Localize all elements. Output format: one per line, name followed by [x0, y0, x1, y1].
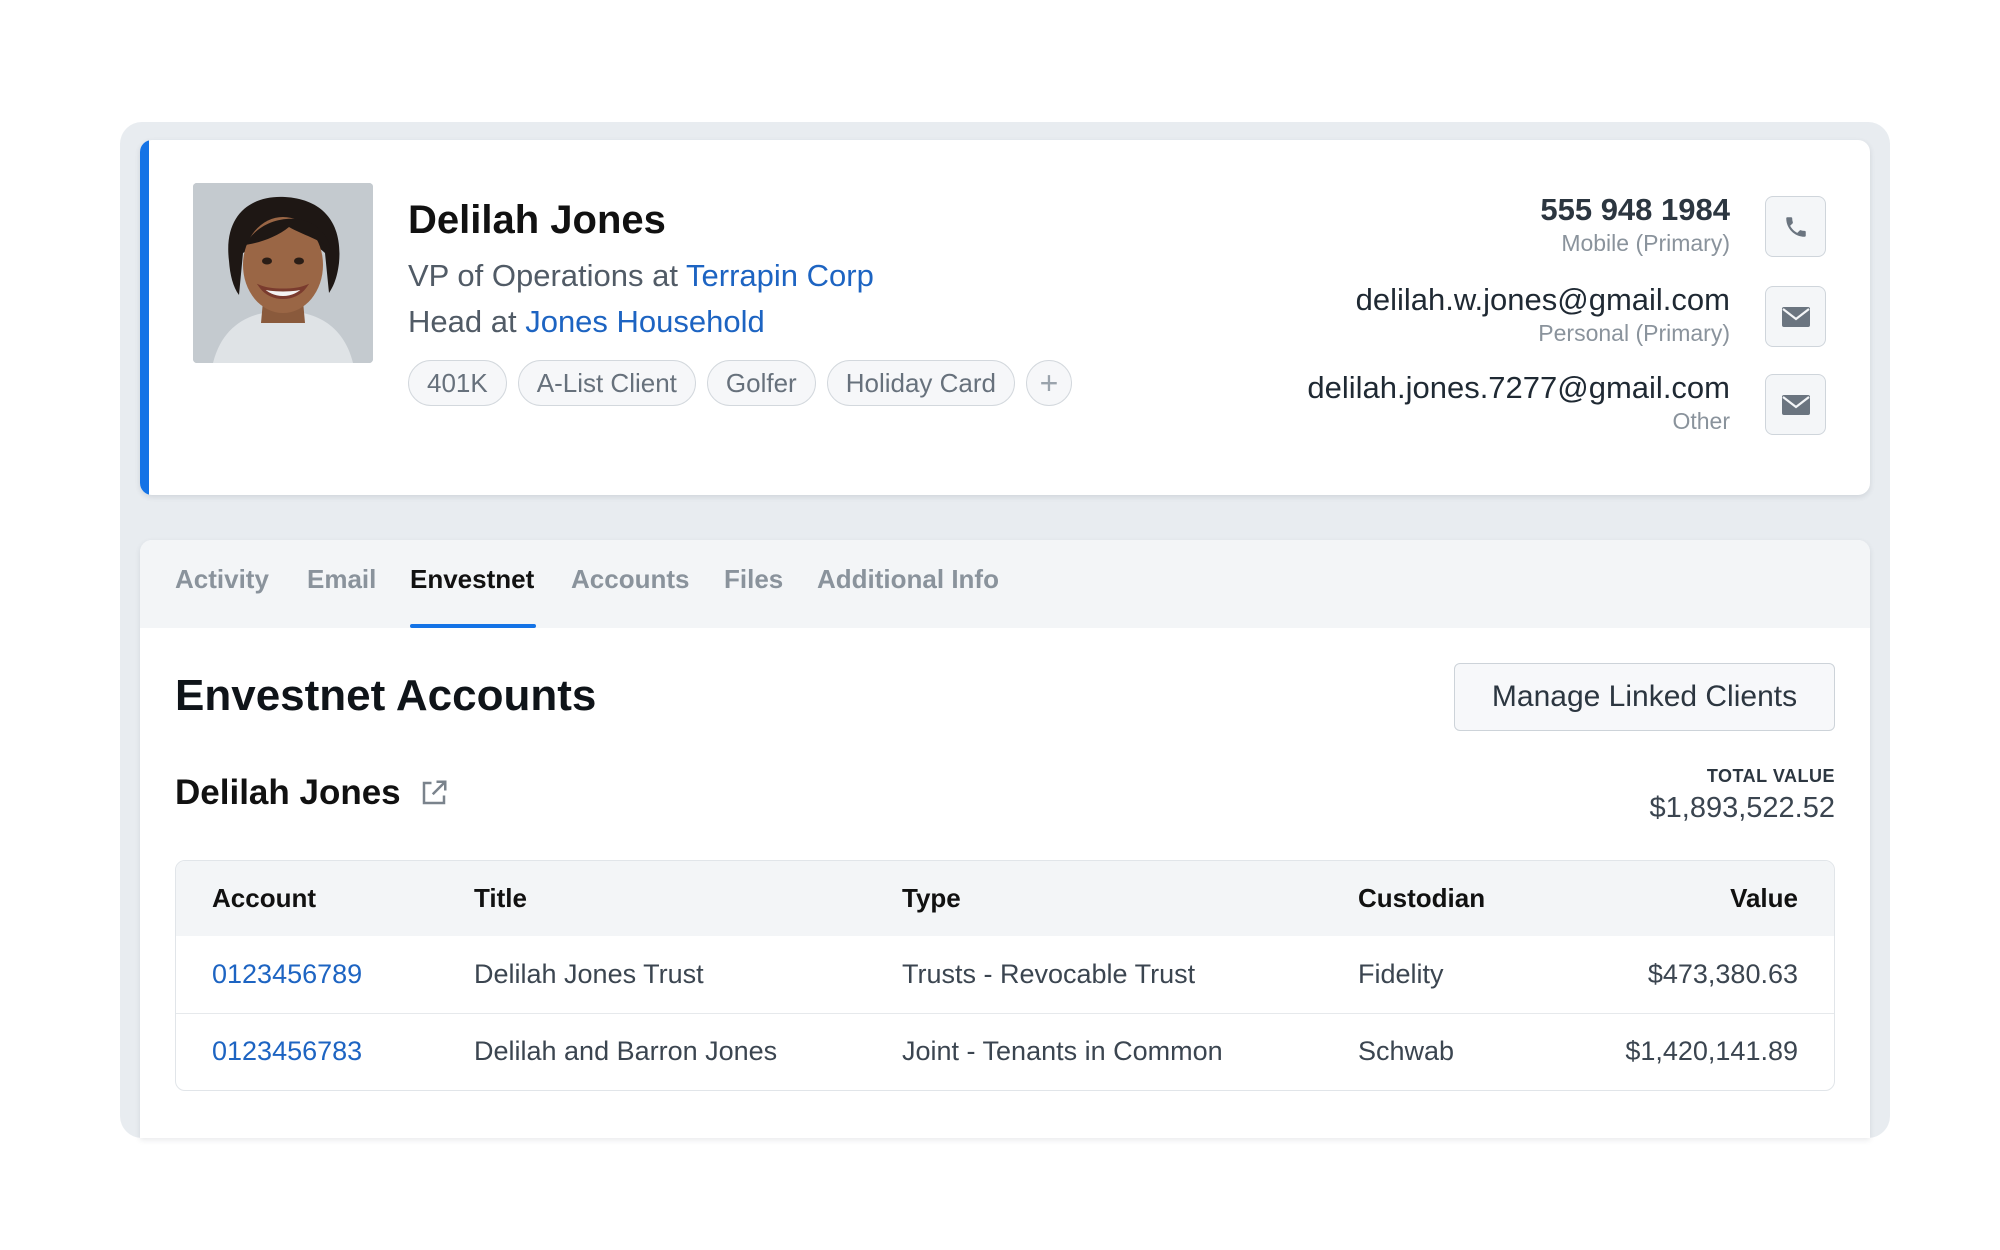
email-primary-entry: delilah.w.jones@gmail.com Personal (Prim…	[1356, 282, 1730, 347]
value-cell: $1,420,141.89	[1572, 1012, 1834, 1090]
tag[interactable]: Golfer	[706, 360, 816, 406]
section-title: Envestnet Accounts	[175, 671, 597, 720]
avatar[interactable]	[193, 183, 373, 363]
job-role: VP of Operations at Terrapin Corp	[408, 258, 874, 294]
table-row: 0123456789 Delilah Jones Trust Trusts - …	[176, 936, 1834, 1013]
tab-envestnet[interactable]: Envestnet	[410, 564, 534, 595]
value-cell: $473,380.63	[1647, 958, 1798, 989]
title-cell: Delilah Jones Trust	[474, 958, 704, 989]
total-value: $1,893,522.52	[1649, 792, 1835, 824]
email-other-label: Other	[1672, 408, 1730, 434]
title-cell: Delilah and Barron Jones	[438, 1012, 866, 1090]
tab-files[interactable]: Files	[724, 564, 783, 595]
contact-name: Delilah Jones	[408, 198, 666, 242]
external-link-icon[interactable]	[419, 778, 449, 808]
accounts-table: Account Title Type Custodian Value 01234…	[175, 860, 1835, 1091]
account-cell: 0123456789	[176, 936, 438, 1013]
account-cell: 0123456783	[176, 1012, 438, 1090]
email-other-entry: delilah.jones.7277@gmail.com Other	[1307, 370, 1730, 435]
custodian-cell: Schwab	[1322, 1012, 1572, 1090]
client-heading: Delilah Jones	[175, 773, 449, 813]
household-role: Head at Jones Household	[408, 304, 765, 340]
column-header-type[interactable]: Type	[866, 861, 1322, 936]
company-link[interactable]: Terrapin Corp	[686, 258, 874, 293]
account-link[interactable]: 0123456783	[212, 1036, 362, 1066]
table-row: 0123456783 Delilah and Barron Jones Join…	[176, 1012, 1834, 1090]
tab-email[interactable]: Email	[307, 564, 376, 595]
accent-bar	[140, 140, 149, 495]
tab-activity[interactable]: Activity	[175, 564, 269, 595]
column-header-account[interactable]: Account	[176, 861, 438, 936]
job-role-text: VP of Operations at	[408, 258, 687, 293]
tag-list: 401K A-List Client Golfer Holiday Card +	[408, 360, 1072, 406]
column-header-custodian[interactable]: Custodian	[1322, 861, 1572, 936]
table-header-row: Account Title Type Custodian Value	[176, 861, 1834, 936]
tag[interactable]: 401K	[408, 360, 507, 406]
avatar-photo	[193, 183, 373, 363]
mail-icon	[1781, 394, 1810, 415]
household-role-text: Head at	[408, 304, 526, 339]
phone-number[interactable]: 555 948 1984	[1540, 192, 1730, 228]
tab-bar: Activity Email Envestnet Accounts Files …	[140, 540, 1870, 628]
tab-accounts[interactable]: Accounts	[571, 564, 689, 595]
tag[interactable]: A-List Client	[517, 360, 696, 406]
phone-label: Mobile (Primary)	[1561, 230, 1730, 256]
mail-icon	[1781, 306, 1810, 327]
call-button[interactable]	[1765, 196, 1826, 257]
column-header-title[interactable]: Title	[438, 861, 866, 936]
custodian-cell: Fidelity	[1358, 958, 1444, 989]
total-value-label: TOTAL VALUE	[1706, 766, 1835, 786]
type-cell: Trusts - Revocable Trust	[902, 958, 1196, 989]
contact-card: Delilah Jones VP of Operations at Terrap…	[140, 140, 1870, 495]
account-link[interactable]: 0123456789	[212, 959, 362, 989]
type-cell: Joint - Tenants in Common	[866, 1012, 1322, 1090]
phone-entry: 555 948 1984 Mobile (Primary)	[1540, 192, 1730, 257]
email-primary[interactable]: delilah.w.jones@gmail.com	[1356, 282, 1730, 318]
household-link[interactable]: Jones Household	[525, 304, 765, 339]
add-tag-button[interactable]: +	[1026, 360, 1072, 406]
email-other-button[interactable]	[1765, 374, 1826, 435]
tab-additional-info[interactable]: Additional Info	[817, 564, 999, 595]
envestnet-panel: Activity Email Envestnet Accounts Files …	[140, 540, 1870, 1138]
tag[interactable]: Holiday Card	[826, 360, 1015, 406]
manage-linked-clients-button[interactable]: Manage Linked Clients	[1454, 663, 1835, 731]
phone-icon	[1785, 216, 1806, 237]
column-header-value[interactable]: Value	[1572, 861, 1834, 936]
email-primary-label: Personal (Primary)	[1538, 320, 1730, 346]
email-primary-button[interactable]	[1765, 286, 1826, 347]
client-name: Delilah Jones	[175, 773, 401, 812]
active-tab-indicator	[410, 624, 536, 628]
email-other[interactable]: delilah.jones.7277@gmail.com	[1307, 370, 1730, 406]
